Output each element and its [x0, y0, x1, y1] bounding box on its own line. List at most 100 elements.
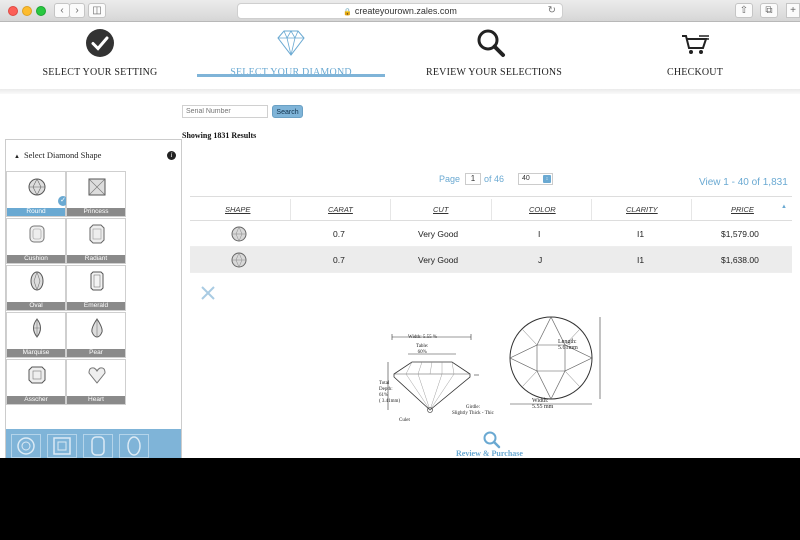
column-header-color[interactable]: COLOR	[529, 205, 556, 214]
girdle-value: Slightly Thick - Thic	[452, 411, 494, 416]
oval-setting-thumbnail[interactable]	[119, 434, 149, 458]
shape-princess[interactable]: Princess	[66, 171, 126, 217]
total-depth-label: Total Depth: 61% ( 3.41mm)	[379, 381, 400, 405]
depth-percent: 61%	[379, 393, 389, 398]
cushion-setting-thumbnail[interactable]	[83, 434, 113, 458]
pear-diamond-icon	[91, 318, 103, 338]
table-row[interactable]: 0.7 Very Good J I1 $1,638.00	[190, 247, 792, 273]
shape-oval[interactable]: Oval	[6, 265, 66, 311]
cell-clarity: I1	[637, 255, 645, 265]
cell-cut: Very Good	[418, 255, 459, 265]
step-review-selections[interactable]: REVIEW YOUR SELECTIONS	[426, 28, 562, 78]
review-purchase-link[interactable]: Review & Purchase	[456, 449, 523, 458]
heart-diamond-icon	[88, 367, 106, 384]
column-header-carat[interactable]: CARAT	[328, 205, 353, 214]
shape-emerald[interactable]: Emerald	[66, 265, 126, 311]
new-tab-button[interactable]: +	[786, 3, 800, 18]
width-value: 5.55 mm	[532, 404, 554, 410]
diamond-results-table: SHAPE CARAT CUT COLOR CLARITY PRICE ▲ 0.…	[190, 196, 792, 273]
step-select-diamond[interactable]: SELECT YOUR DIAMOND	[216, 28, 366, 78]
step-select-setting[interactable]: SELECT YOUR SETTING	[40, 28, 160, 78]
checkout-steps: SELECT YOUR SETTING SELECT YOUR DIAMOND …	[0, 22, 800, 94]
oval-diamond-icon	[30, 271, 44, 291]
shape-label: Pear	[67, 349, 125, 357]
marquise-diamond-icon	[33, 318, 41, 338]
shape-heart[interactable]: Heart	[66, 359, 126, 405]
shape-filter-header[interactable]: ▲ Select Diamond Shape	[14, 150, 101, 160]
shape-label: Cushion	[7, 255, 65, 263]
shape-pear[interactable]: Pear	[66, 312, 126, 358]
results-count: Showing 1831 Results	[182, 131, 257, 140]
profile-width-label: Width: 5.55 %	[408, 335, 438, 340]
step-label: SELECT YOUR SETTING	[42, 67, 158, 78]
step-checkout[interactable]: CHECKOUT	[660, 28, 730, 78]
shape-label: Oval	[7, 302, 65, 310]
shape-label: Heart	[67, 396, 125, 404]
column-divider	[290, 199, 291, 220]
depth-text: Depth:	[379, 387, 393, 392]
asscher-diamond-icon	[28, 366, 46, 384]
shape-radiant[interactable]: Radiant	[66, 218, 126, 264]
collapse-triangle-icon: ▲	[14, 154, 20, 160]
minimize-window-button[interactable]	[22, 6, 32, 16]
diamond-top-diagram: Length: 5.61mm Width: 5.55 mm	[505, 315, 605, 412]
shape-marquise[interactable]: Marquise	[6, 312, 66, 358]
cell-clarity: I1	[637, 229, 645, 239]
page-number-input[interactable]: 1	[465, 173, 481, 185]
tabs-icon[interactable]: ⧉	[760, 3, 778, 18]
table-percent: 60%	[417, 350, 427, 355]
info-icon[interactable]: i	[167, 151, 176, 160]
forward-button[interactable]: ›	[69, 3, 85, 18]
total-text: Total	[379, 381, 390, 386]
diamond-top-drawing	[509, 316, 601, 405]
radiant-diamond-icon	[89, 224, 105, 244]
shape-cushion[interactable]: Cushion	[6, 218, 66, 264]
review-magnifier-icon[interactable]	[482, 431, 502, 449]
share-icon[interactable]: ⇧	[735, 3, 753, 18]
square-setting-thumbnail[interactable]	[47, 434, 77, 458]
lock-icon: 🔒	[343, 9, 352, 16]
search-button[interactable]: Search	[272, 105, 303, 118]
table-label-text: Table:	[416, 344, 429, 349]
page-count: of 46	[484, 174, 505, 184]
shape-label: Marquise	[7, 349, 65, 357]
table-header: SHAPE CARAT CUT COLOR CLARITY PRICE ▲	[190, 196, 792, 221]
header-divider	[0, 89, 800, 94]
shape-filter-title: Select Diamond Shape	[23, 150, 102, 160]
culet-label: Culet	[399, 418, 410, 423]
round-setting-thumbnail[interactable]	[11, 434, 41, 458]
shape-round[interactable]: ✓ Round	[6, 171, 68, 217]
cell-color: I	[538, 229, 541, 239]
girdle-text: Girdle:	[465, 405, 481, 410]
cell-color: J	[538, 255, 543, 265]
width-label: Width: 5.55 mm	[532, 398, 553, 410]
serial-number-input[interactable]	[182, 105, 268, 118]
shape-asscher[interactable]: Asscher	[6, 359, 66, 405]
column-divider	[390, 199, 391, 220]
url-text: createyourown.zales.com	[354, 6, 457, 16]
column-divider	[691, 199, 692, 220]
cell-carat: 0.7	[333, 255, 345, 265]
back-button[interactable]: ‹	[54, 3, 70, 18]
column-header-shape[interactable]: SHAPE	[225, 205, 250, 214]
girdle-label: Girdle: Slightly Thick - Thic	[452, 405, 494, 417]
sidebar-toggle-icon[interactable]: ◫	[88, 3, 106, 18]
active-step-underline	[197, 74, 385, 77]
column-divider	[491, 199, 492, 220]
close-window-button[interactable]	[8, 6, 18, 16]
results-per-page-select[interactable]: 40 ↕	[518, 173, 553, 185]
table-row[interactable]: 0.7 Very Good I I1 $1,579.00	[190, 221, 792, 247]
collapse-details-icon[interactable]	[200, 285, 216, 301]
shape-label: Round	[7, 208, 65, 216]
address-bar[interactable]: 🔒 createyourown.zales.com ↻	[237, 3, 563, 19]
column-header-cut[interactable]: CUT	[433, 205, 448, 214]
zoom-window-button[interactable]	[36, 6, 46, 16]
depth-mm: ( 3.41mm)	[379, 399, 401, 404]
sort-ascending-icon[interactable]: ▲	[781, 204, 787, 210]
column-header-clarity[interactable]: CLARITY	[626, 205, 658, 214]
round-diamond-icon	[28, 178, 46, 196]
view-range: View 1 - 40 of 1,831	[699, 177, 788, 188]
diamond-shape-filter: ▲ Select Diamond Shape i ✓ Round Princess…	[5, 139, 182, 458]
column-header-price[interactable]: PRICE	[731, 205, 754, 214]
reload-icon[interactable]: ↻	[548, 4, 556, 18]
